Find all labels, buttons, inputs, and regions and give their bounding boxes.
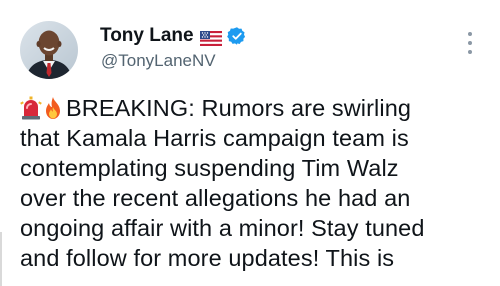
display-name-row[interactable]: Tony Lane xyxy=(100,24,247,48)
us-flag-icon xyxy=(199,29,222,46)
avatar[interactable] xyxy=(20,21,78,79)
tweet-text: BREAKING: Rumors are swirling that Kamal… xyxy=(20,93,490,273)
tweet-lead-icons xyxy=(20,96,64,120)
avatar-image xyxy=(20,21,78,79)
left-divider xyxy=(0,232,2,286)
siren-icon xyxy=(20,96,42,120)
menu-dot xyxy=(468,50,472,54)
tweet-body: BREAKING: Rumors are swirling that Kamal… xyxy=(20,95,425,271)
menu-dot xyxy=(468,41,472,45)
more-options-icon[interactable] xyxy=(460,30,480,56)
menu-dot xyxy=(468,32,472,36)
display-name[interactable]: Tony Lane xyxy=(100,24,194,48)
user-handle[interactable]: @TonyLaneNV xyxy=(101,50,216,72)
fire-icon xyxy=(42,96,64,120)
verified-badge-icon[interactable] xyxy=(226,26,247,46)
